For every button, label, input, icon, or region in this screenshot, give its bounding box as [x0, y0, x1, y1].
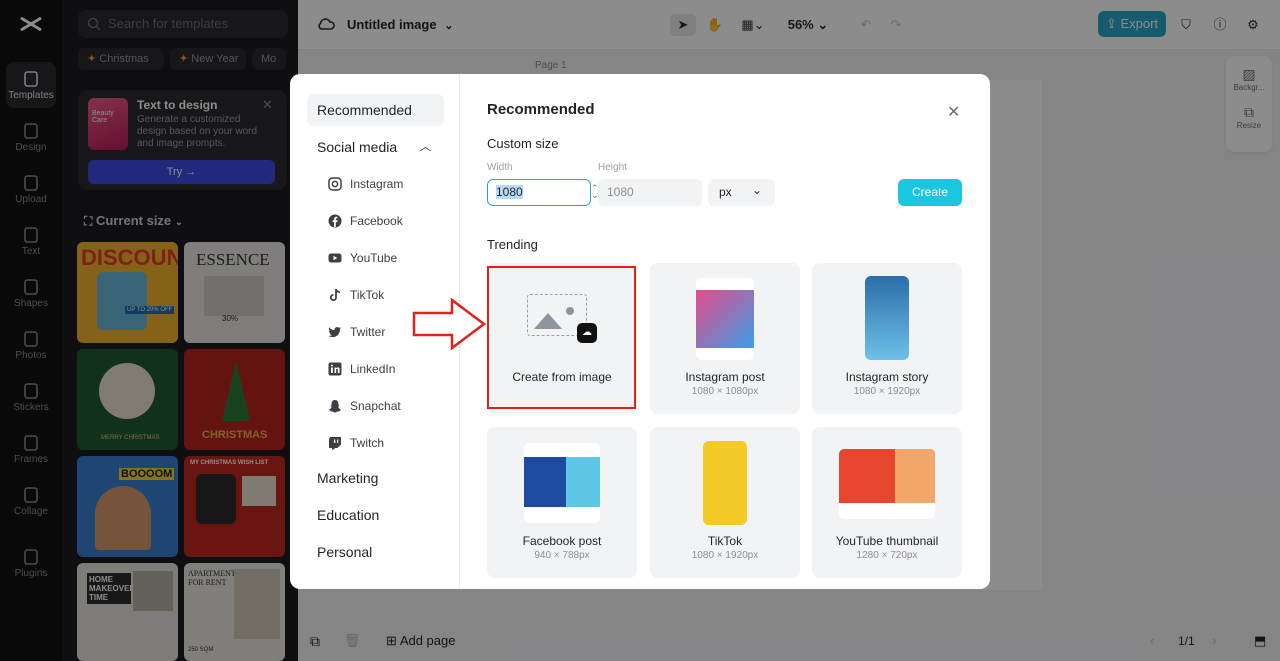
nav-label: Twitter [350, 325, 386, 339]
nav-label: Twitch [350, 436, 385, 450]
nav-label: Instagram [350, 177, 404, 191]
facebook-post-preview [524, 443, 600, 523]
width-label: Width [487, 162, 513, 173]
nav-marketing[interactable]: Marketing [307, 462, 444, 494]
nav-label: Snapchat [350, 399, 401, 413]
nav-social-media[interactable]: Social media ︿ [307, 131, 444, 163]
close-icon[interactable]: ✕ [947, 102, 960, 122]
twitch-icon [329, 437, 341, 450]
card-name: YouTube thumbnail [835, 534, 939, 548]
unit-select[interactable]: px ⌄ [708, 179, 775, 206]
card-youtube-thumbnail[interactable]: YouTube thumbnail 1280 × 720px [812, 427, 962, 578]
nav-instagram[interactable]: Instagram [328, 172, 403, 196]
nav-label: LinkedIn [350, 362, 396, 376]
highlight-box [487, 266, 636, 409]
nav-personal[interactable]: Personal [307, 536, 444, 568]
nav-linkedin[interactable]: LinkedIn [328, 357, 395, 381]
card-name: Instagram story [845, 370, 929, 384]
width-input[interactable]: 1080 [487, 179, 591, 206]
chevron-up-icon: ︿ [420, 141, 431, 153]
trending-heading: Trending [487, 237, 538, 252]
card-name: Facebook post [522, 534, 602, 548]
card-facebook-post[interactable]: Facebook post 940 × 788px [487, 427, 637, 578]
height-input[interactable]: 1080 [598, 179, 702, 206]
nav-education[interactable]: Education [307, 499, 444, 531]
card-name: Instagram post [685, 370, 765, 384]
tiktok-preview [703, 441, 747, 525]
tiktok-icon [329, 288, 341, 301]
nav-label: TikTok [350, 288, 385, 302]
card-tiktok[interactable]: TikTok 1080 × 1920px [650, 427, 800, 578]
nav-label: Social media [317, 139, 398, 155]
card-instagram-story[interactable]: Instagram story 1080 × 1920px [812, 263, 962, 414]
linkedin-icon [328, 362, 342, 376]
nav-label: YouTube [350, 251, 398, 265]
modal-title: Recommended [487, 101, 595, 118]
nav-youtube[interactable]: YouTube [328, 246, 397, 270]
arrow-pointer-icon [412, 298, 487, 350]
unit-value: px [719, 185, 732, 199]
chevron-down-icon: ⌄ [752, 183, 763, 197]
nav-twitter[interactable]: Twitter [328, 320, 385, 344]
card-instagram-post[interactable]: Instagram post 1080 × 1080px [650, 263, 800, 414]
nav-label: Facebook [350, 214, 403, 228]
card-dimensions: 1280 × 720px [856, 550, 918, 561]
instagram-icon [328, 177, 342, 191]
twitter-icon [328, 327, 341, 338]
youtube-icon [328, 253, 342, 263]
nav-recommended[interactable]: Recommended [307, 94, 444, 126]
width-value: 1080 [496, 185, 523, 199]
facebook-icon [328, 214, 342, 228]
card-dimensions: 940 × 788px [534, 550, 590, 561]
custom-size-heading: Custom size [487, 136, 559, 151]
card-dimensions: 1080 × 1920px [853, 386, 921, 397]
nav-tiktok[interactable]: TikTok [328, 283, 384, 307]
card-dimensions: 1080 × 1080px [691, 386, 759, 397]
height-label: Height [598, 162, 627, 173]
instagram-story-preview [865, 276, 909, 360]
nav-facebook[interactable]: Facebook [328, 209, 403, 233]
create-button[interactable]: Create [898, 179, 962, 206]
card-dimensions: 1080 × 1920px [691, 550, 759, 561]
nav-twitch[interactable]: Twitch [328, 431, 384, 455]
card-name: TikTok [707, 534, 743, 548]
snapchat-icon [329, 400, 341, 413]
nav-snapchat[interactable]: Snapchat [328, 394, 401, 418]
instagram-post-preview [696, 278, 754, 360]
youtube-thumbnail-preview [839, 449, 935, 519]
new-design-modal: Recommended Social media ︿ Instagram Face… [290, 74, 990, 589]
